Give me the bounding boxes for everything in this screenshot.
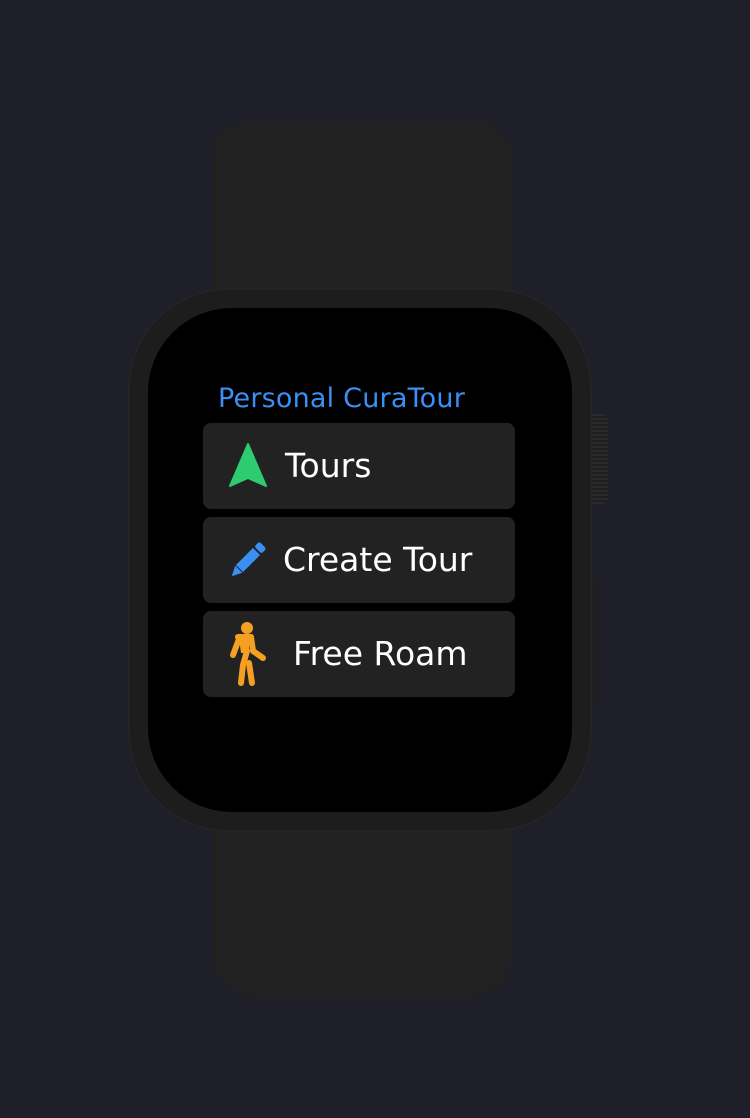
free-roam-button-label: Free Roam [293, 634, 468, 673]
navigation-arrow-icon [229, 443, 267, 487]
walking-person-icon [230, 622, 266, 686]
tours-button[interactable]: Tours [203, 423, 515, 509]
watch-frame-stage: Personal CuraTour Tours Create Tour Free… [0, 0, 750, 1118]
app-title: Personal CuraTour [218, 383, 466, 414]
pencil-icon [231, 542, 266, 577]
app-content: Personal CuraTour Tours Create Tour Free… [203, 365, 515, 755]
free-roam-button[interactable]: Free Roam [203, 611, 515, 697]
tours-button-label: Tours [285, 446, 372, 485]
create-tour-button[interactable]: Create Tour [203, 517, 515, 603]
watch-screen: Personal CuraTour Tours Create Tour Free… [148, 308, 572, 812]
create-tour-button-label: Create Tour [283, 540, 473, 579]
